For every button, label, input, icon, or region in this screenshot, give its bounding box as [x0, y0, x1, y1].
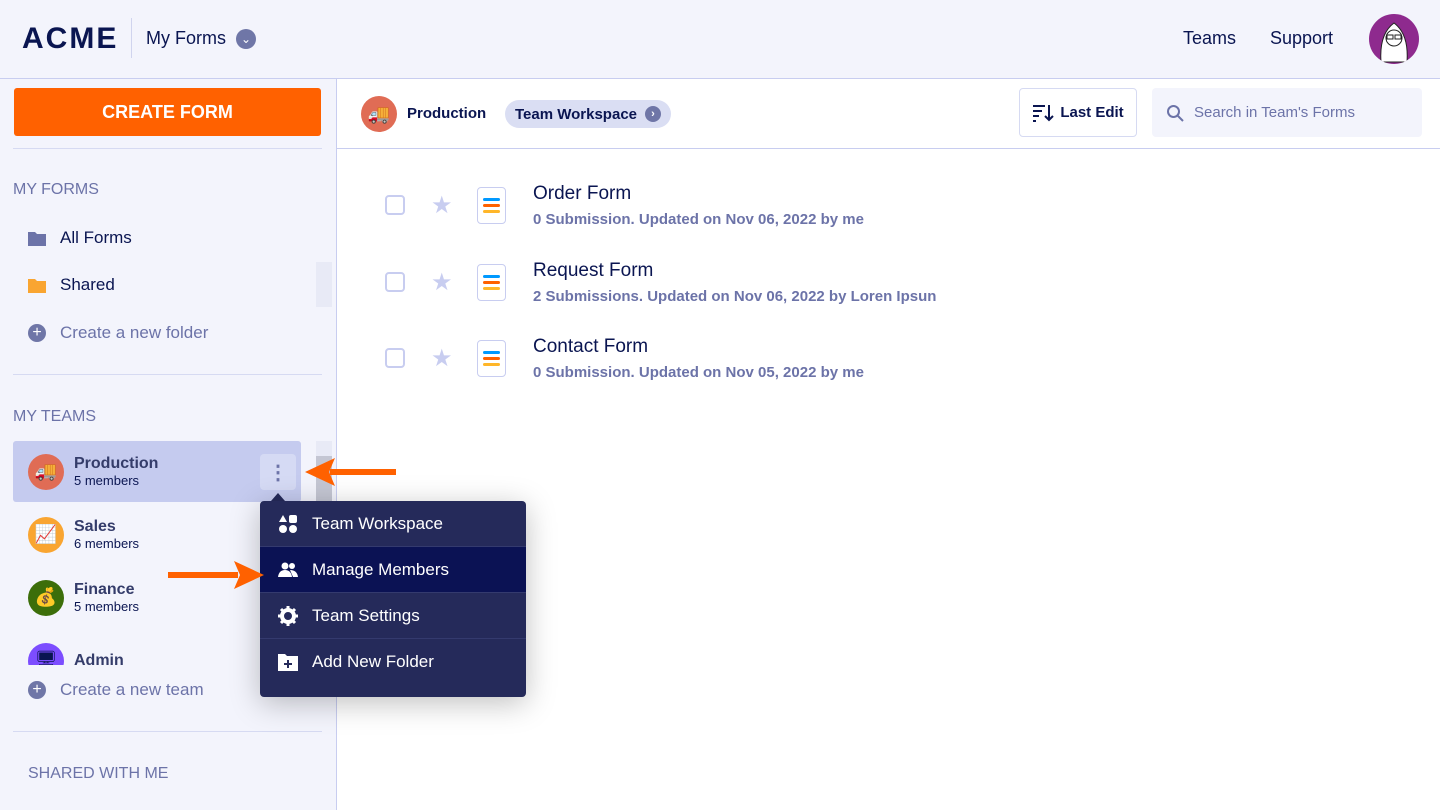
- select-checkbox[interactable]: [385, 348, 405, 368]
- shared-with-me-heading: SHARED WITH ME: [28, 765, 169, 782]
- divider: [13, 731, 322, 732]
- team-item-sales[interactable]: 📈 Sales 6 members: [13, 504, 301, 565]
- form-icon: [477, 339, 506, 377]
- avatar[interactable]: [1369, 14, 1419, 64]
- form-title[interactable]: Order Form: [533, 183, 864, 205]
- create-team-label: Create a new team: [60, 680, 204, 699]
- menu-item-label: Add New Folder: [312, 652, 434, 671]
- team-workspace-label: Team Workspace: [515, 105, 637, 123]
- team-workspace-button[interactable]: Team Workspace ›: [505, 100, 671, 128]
- chevron-right-icon: ›: [645, 106, 661, 122]
- form-meta: 2 Submissions. Updated on Nov 06, 2022 b…: [533, 287, 937, 305]
- team-name: Finance: [74, 581, 135, 598]
- divider: [13, 374, 322, 375]
- plus-circle-icon: +: [28, 681, 46, 699]
- create-form-button[interactable]: CREATE FORM: [14, 88, 321, 136]
- sidebar: CREATE FORM MY FORMS All Forms Shared + …: [0, 79, 337, 810]
- create-folder-link[interactable]: + Create a new folder: [28, 323, 208, 343]
- create-folder-label: Create a new folder: [60, 323, 209, 342]
- form-row-request[interactable]: ★ Request Form 2 Submissions. Updated on …: [385, 252, 936, 312]
- sort-icon: [1033, 104, 1055, 122]
- teams-scrollbar[interactable]: [316, 441, 332, 501]
- select-checkbox[interactable]: [385, 195, 405, 215]
- form-icon: [477, 186, 506, 224]
- truck-icon: 🚚: [28, 453, 64, 490]
- sort-label: Last Edit: [1060, 104, 1124, 121]
- menu-item-team-workspace[interactable]: Team Workspace: [260, 501, 526, 547]
- form-row-contact[interactable]: ★ Contact Form 0 Submission. Updated on N…: [385, 328, 864, 388]
- nav-teams[interactable]: Teams: [1183, 28, 1236, 49]
- my-teams-heading: MY TEAMS: [13, 408, 96, 425]
- plus-circle-icon: +: [28, 324, 46, 342]
- select-checkbox[interactable]: [385, 272, 405, 292]
- menu-item-label: Team Workspace: [312, 513, 444, 533]
- team-item-admin[interactable]: 🖥 Admin: [13, 630, 301, 665]
- gear-icon: [278, 605, 298, 626]
- form-meta: 0 Submission. Updated on Nov 06, 2022 by…: [533, 210, 864, 228]
- top-header: ACME My Forms ⌄ Teams Support: [0, 0, 1440, 79]
- team-members: 6 members: [74, 536, 140, 551]
- folder-icon: [28, 232, 46, 246]
- star-icon[interactable]: ★: [431, 268, 453, 297]
- search-box[interactable]: [1152, 88, 1422, 137]
- menu-item-label: Manage Members: [312, 559, 450, 579]
- team-context-menu: Team Workspace Manage Members Team Setti…: [260, 501, 526, 697]
- chart-icon: 📈: [28, 516, 64, 553]
- menu-item-manage-members[interactable]: Manage Members: [260, 547, 526, 593]
- folder-plus-icon: [278, 654, 298, 671]
- more-options-button[interactable]: ⋮: [260, 454, 296, 490]
- chevron-down-icon: ⌄: [236, 28, 256, 49]
- team-members: 5 members: [74, 473, 140, 488]
- form-meta: 0 Submission. Updated on Nov 05, 2022 by…: [533, 363, 864, 381]
- folder-icon: [28, 279, 46, 293]
- users-icon: [278, 562, 298, 577]
- nav-support[interactable]: Support: [1270, 28, 1333, 49]
- form-title[interactable]: Contact Form: [533, 336, 864, 358]
- workspace-icon: [279, 514, 297, 533]
- team-members: 5 members: [74, 599, 140, 614]
- form-title[interactable]: Request Form: [533, 260, 936, 282]
- my-forms-dropdown[interactable]: My Forms ⌄: [146, 28, 256, 49]
- my-forms-label: My Forms: [146, 28, 226, 48]
- team-item-production[interactable]: 🚚 Production 5 members ⋮: [13, 441, 301, 502]
- my-forms-heading: MY FORMS: [13, 181, 99, 198]
- money-bag-icon: 💰: [28, 579, 64, 616]
- toolbar: 🚚 Production Team Workspace › Last Edit: [337, 79, 1440, 149]
- acme-logo[interactable]: ACME: [22, 22, 118, 56]
- divider: [13, 148, 322, 149]
- menu-item-label: Team Settings: [312, 605, 420, 625]
- sidebar-item-label: Shared: [60, 275, 115, 294]
- search-input[interactable]: [1194, 104, 1414, 121]
- team-name: Admin: [74, 651, 124, 666]
- menu-pointer: [271, 493, 285, 501]
- search-icon: [1167, 104, 1184, 122]
- form-row-order[interactable]: ★ Order Form 0 Submission. Updated on Nov…: [385, 175, 864, 235]
- team-name: Production: [407, 105, 487, 122]
- folders-scrollbar[interactable]: [316, 262, 332, 307]
- scrollbar-thumb[interactable]: [316, 456, 332, 501]
- sidebar-item-label: All Forms: [60, 228, 132, 247]
- create-team-link[interactable]: + Create a new team: [28, 680, 204, 700]
- sidebar-item-all-forms[interactable]: All Forms: [28, 228, 132, 248]
- menu-item-team-settings[interactable]: Team Settings: [260, 593, 526, 639]
- monitor-icon: 🖥: [28, 642, 64, 665]
- team-name: Production: [74, 455, 159, 472]
- truck-icon: 🚚: [361, 96, 397, 132]
- team-name: Sales: [74, 518, 116, 535]
- divider: [131, 18, 132, 58]
- form-icon: [477, 263, 506, 301]
- sort-button[interactable]: Last Edit: [1019, 88, 1137, 137]
- menu-item-add-folder[interactable]: Add New Folder: [260, 639, 526, 685]
- star-icon[interactable]: ★: [431, 191, 453, 220]
- star-icon[interactable]: ★: [431, 344, 453, 373]
- team-item-finance[interactable]: 💰 Finance 5 members: [13, 567, 301, 628]
- sidebar-item-shared[interactable]: Shared: [28, 275, 115, 295]
